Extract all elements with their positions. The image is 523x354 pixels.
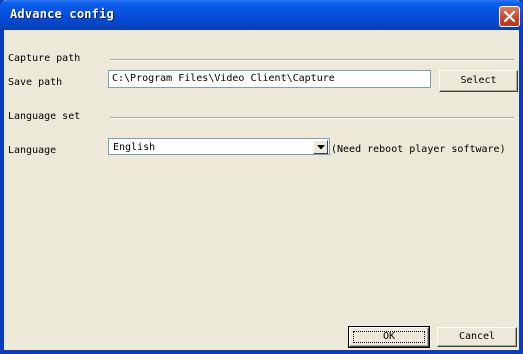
advance-config-dialog: Advance config Capture path Save path C:…: [0, 0, 523, 354]
window-title: Advance config: [10, 7, 114, 21]
cancel-button[interactable]: Cancel: [437, 327, 517, 347]
title-bar[interactable]: Advance config: [0, 0, 523, 30]
focus-ring: [353, 331, 425, 343]
language-label: Language: [8, 145, 57, 156]
save-path-label: Save path: [8, 77, 63, 88]
save-path-input[interactable]: C:\Program Files\Video Client\Capture: [108, 70, 431, 88]
capture-path-group-label: Capture path: [8, 53, 81, 64]
close-button[interactable]: [499, 6, 520, 27]
reboot-note: (Need reboot player software): [331, 144, 506, 155]
language-set-group-label: Language set: [8, 111, 81, 122]
select-button[interactable]: Select: [439, 70, 518, 92]
language-select[interactable]: English: [108, 138, 330, 155]
language-selected-value: English: [113, 142, 156, 153]
language-set-divider: [110, 117, 514, 119]
ok-button[interactable]: OK: [348, 326, 430, 348]
capture-path-divider: [110, 59, 514, 61]
dropdown-button[interactable]: [313, 140, 328, 154]
